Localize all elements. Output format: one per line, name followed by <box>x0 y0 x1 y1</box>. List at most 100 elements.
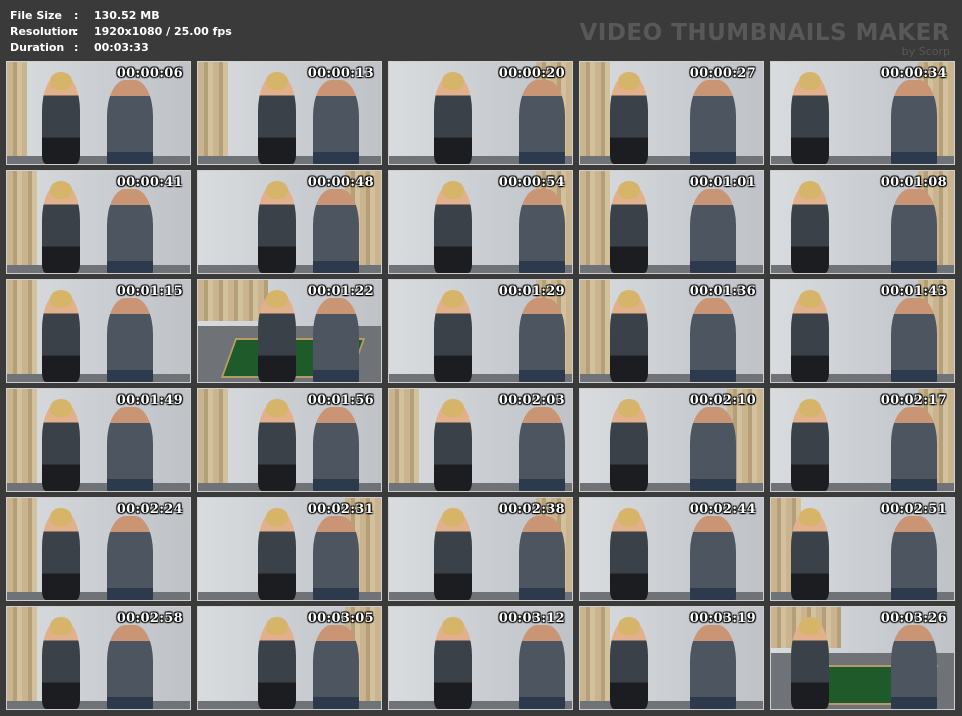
thumbnail-timestamp: 00:00:34 <box>880 66 947 81</box>
hair <box>442 181 464 199</box>
curtain <box>7 607 37 709</box>
floor <box>7 155 190 164</box>
man-figure <box>891 407 937 491</box>
curtain <box>7 389 37 491</box>
video-thumbnail[interactable]: 00:02:58 <box>6 606 191 710</box>
curtain <box>198 280 268 321</box>
video-thumbnail[interactable]: 00:00:54 <box>388 170 573 274</box>
hair <box>50 181 72 199</box>
thumbnail-grid: 00:00:06 00:00:13 00:00:20 00:00:27 00:00:34… <box>6 61 955 710</box>
video-thumbnail[interactable]: 00:02:31 <box>197 497 382 601</box>
man-figure <box>519 298 565 382</box>
video-thumbnail[interactable]: 00:00:48 <box>197 170 382 274</box>
hair <box>266 508 288 526</box>
hair <box>799 181 821 199</box>
video-thumbnail[interactable]: 00:00:41 <box>6 170 191 274</box>
man-figure <box>690 189 736 273</box>
curtain <box>7 280 37 382</box>
thumbnail-timestamp: 00:00:48 <box>307 175 374 190</box>
thumbnail-timestamp: 00:00:06 <box>116 66 183 81</box>
video-thumbnail[interactable]: 00:02:17 <box>770 388 955 492</box>
hair <box>618 181 640 199</box>
hair <box>266 399 288 417</box>
thumbnail-timestamp: 00:03:26 <box>880 611 947 626</box>
video-thumbnail[interactable]: 00:00:27 <box>579 61 764 165</box>
thumbnail-timestamp: 00:00:20 <box>498 66 565 81</box>
thumbnail-timestamp: 00:02:38 <box>498 502 565 517</box>
man-figure <box>519 516 565 600</box>
duration-label: Duration <box>10 41 65 54</box>
hair <box>799 399 821 417</box>
curtain <box>580 280 610 382</box>
video-thumbnail[interactable]: 00:02:44 <box>579 497 764 601</box>
file-size-value: 130.52 MB <box>94 9 160 22</box>
thumbnail-timestamp: 00:02:51 <box>880 502 947 517</box>
video-thumbnail[interactable]: 00:00:06 <box>6 61 191 165</box>
video-thumbnail[interactable]: 00:01:49 <box>6 388 191 492</box>
man-figure <box>107 298 153 382</box>
man-figure <box>313 189 359 273</box>
man-figure <box>690 298 736 382</box>
video-thumbnail[interactable]: 00:01:15 <box>6 279 191 383</box>
duration-value: 00:03:33 <box>94 41 149 54</box>
video-thumbnail[interactable]: 00:02:10 <box>579 388 764 492</box>
curtain <box>7 498 37 600</box>
thumbnail-timestamp: 00:03:05 <box>307 611 374 626</box>
floor <box>7 591 190 600</box>
man-figure <box>891 625 937 709</box>
man-figure <box>519 625 565 709</box>
thumbnail-timestamp: 00:01:29 <box>498 284 565 299</box>
video-thumbnail[interactable]: 00:02:38 <box>388 497 573 601</box>
man-figure <box>313 407 359 491</box>
resolution-label: Resolution <box>10 25 77 38</box>
man-figure <box>690 407 736 491</box>
man-figure <box>690 516 736 600</box>
thumbnail-timestamp: 00:00:27 <box>689 66 756 81</box>
curtain <box>580 62 610 164</box>
video-thumbnail[interactable]: 00:02:24 <box>6 497 191 601</box>
video-thumbnail[interactable]: 00:01:22 <box>197 279 382 383</box>
video-thumbnail[interactable]: 00:01:01 <box>579 170 764 274</box>
man-figure <box>891 298 937 382</box>
video-thumbnail[interactable]: 00:03:26 <box>770 606 955 710</box>
video-thumbnail[interactable]: 00:01:56 <box>197 388 382 492</box>
video-thumbnail[interactable]: 00:03:05 <box>197 606 382 710</box>
thumbnail-timestamp: 00:01:15 <box>116 284 183 299</box>
curtain <box>198 62 228 164</box>
hair <box>799 617 821 635</box>
video-thumbnail[interactable]: 00:00:34 <box>770 61 955 165</box>
video-thumbnail[interactable]: 00:01:08 <box>770 170 955 274</box>
thumbnail-timestamp: 00:01:08 <box>880 175 947 190</box>
hair <box>799 72 821 90</box>
thumbnail-timestamp: 00:02:44 <box>689 502 756 517</box>
file-size-colon: : <box>74 9 79 22</box>
video-thumbnail[interactable]: 00:03:12 <box>388 606 573 710</box>
brand-watermark: VIDEO THUMBNAILS MAKER by Scorp <box>579 20 950 57</box>
video-thumbnail[interactable]: 00:00:13 <box>197 61 382 165</box>
video-thumbnail[interactable]: 00:03:19 <box>579 606 764 710</box>
video-thumbnail[interactable]: 00:02:51 <box>770 497 955 601</box>
video-thumbnail[interactable]: 00:02:03 <box>388 388 573 492</box>
man-figure <box>519 80 565 164</box>
video-thumbnail[interactable]: 00:01:36 <box>579 279 764 383</box>
hair <box>50 399 72 417</box>
video-thumbnail[interactable]: 00:00:20 <box>388 61 573 165</box>
man-figure <box>690 80 736 164</box>
hair <box>442 399 464 417</box>
hair <box>50 508 72 526</box>
video-thumbnail[interactable]: 00:01:29 <box>388 279 573 383</box>
thumbnail-timestamp: 00:01:01 <box>689 175 756 190</box>
man-figure <box>891 80 937 164</box>
thumbnail-timestamp: 00:03:19 <box>689 611 756 626</box>
hair <box>50 290 72 308</box>
video-thumbnail[interactable]: 00:01:43 <box>770 279 955 383</box>
hair <box>266 290 288 308</box>
hair <box>618 399 640 417</box>
man-figure <box>519 189 565 273</box>
curtain <box>7 62 27 164</box>
curtain <box>7 171 37 273</box>
hair <box>442 508 464 526</box>
hair <box>799 508 821 526</box>
file-size-label: File Size <box>10 9 62 22</box>
curtain <box>580 171 610 273</box>
